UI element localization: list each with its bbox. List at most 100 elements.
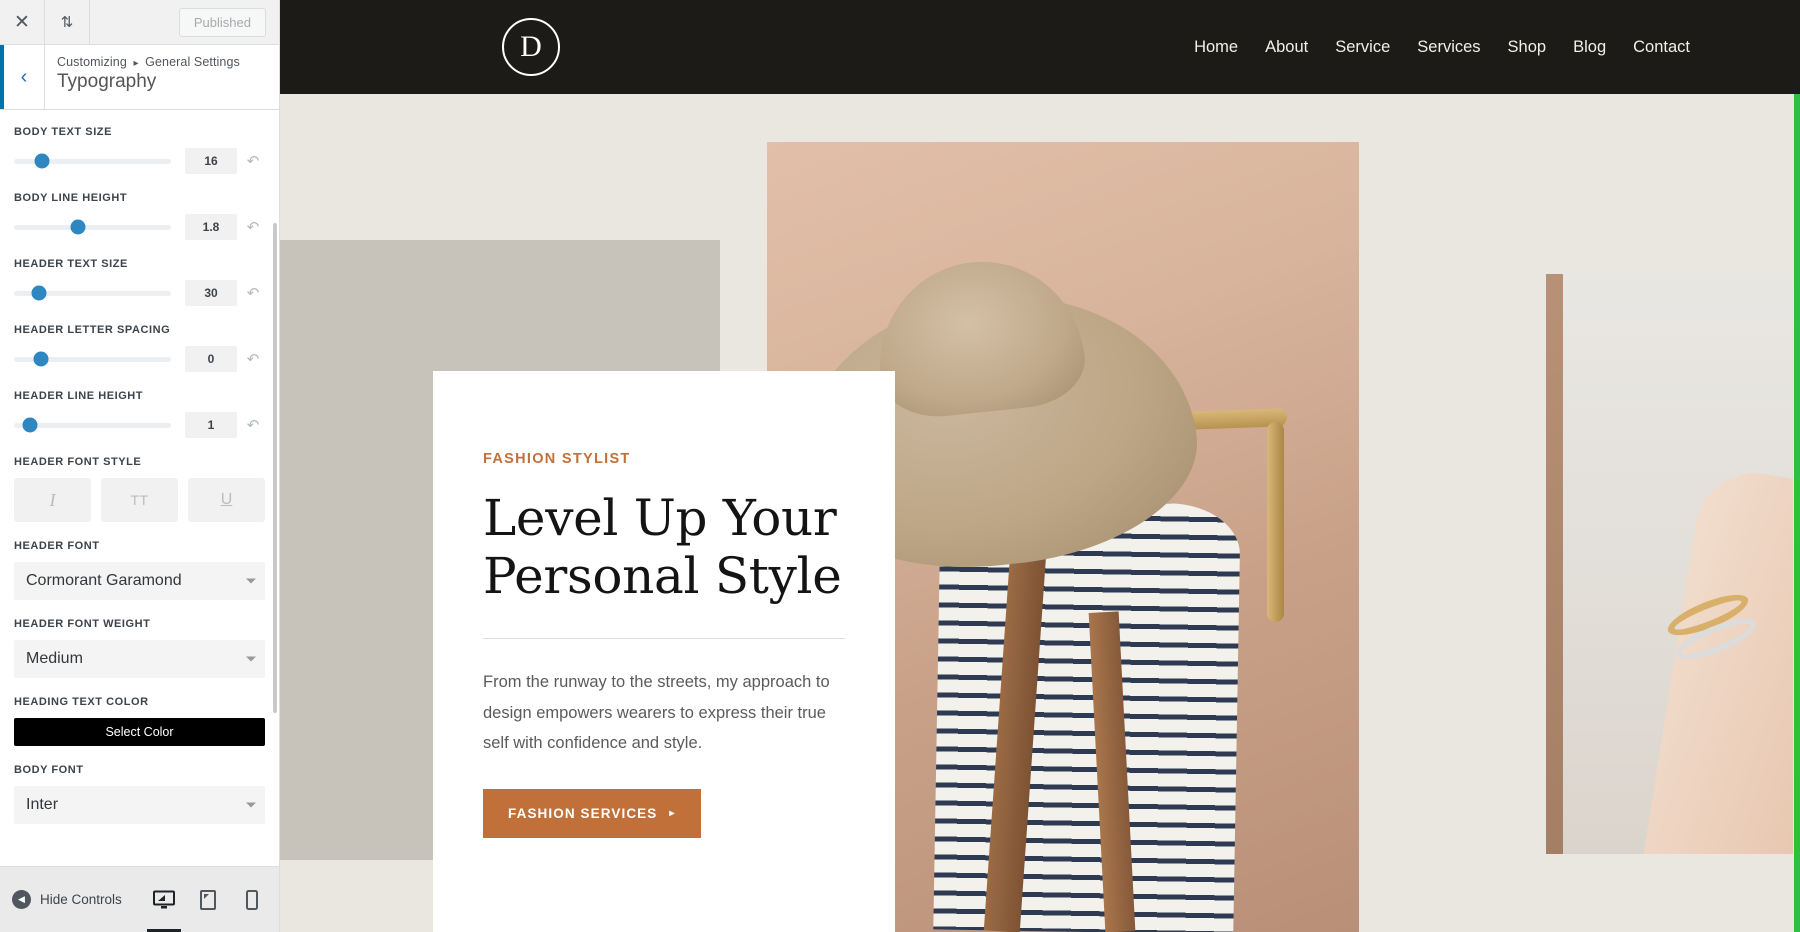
breadcrumb-separator-icon: ▸ [133,58,139,69]
body-font-value: Inter [26,796,59,813]
customizer-app: ✕ ⇅ Published ‹ Customizing ▸ General Se… [0,0,1800,932]
customizer-sidebar: ✕ ⇅ Published ‹ Customizing ▸ General Se… [0,0,280,932]
nav-item-service[interactable]: Service [1335,38,1390,57]
arm-shape [1642,464,1793,854]
tablet-preview-button[interactable] [193,883,223,917]
undo-icon[interactable]: ↶ [241,284,265,302]
undo-icon[interactable]: ↶ [241,416,265,434]
undo-icon[interactable]: ↶ [241,218,265,236]
nav-item-blog[interactable]: Blog [1573,38,1606,57]
desktop-icon [153,890,175,908]
control-label: BODY TEXT SIZE [14,126,112,138]
control-header-font: HEADER FONT Cormorant Garamond [14,540,265,600]
chevron-left-icon[interactable]: ‹ [0,45,45,109]
customizer-topbar: ✕ ⇅ Published [0,0,279,45]
header-font-value: Cormorant Garamond [26,572,182,589]
header-font-weight-select[interactable]: Medium [14,640,265,678]
device-preview-buttons [147,883,267,932]
slider-knob[interactable] [34,153,50,169]
slider-value-input[interactable]: 16 [185,148,237,174]
body-font-select[interactable]: Inter [14,786,265,824]
control-header-font-style: HEADER FONT STYLE I TT U [14,456,265,522]
control-label: HEADER FONT WEIGHT [14,618,151,630]
uppercase-button[interactable]: TT [101,478,178,522]
undo-icon[interactable]: ↶ [241,152,265,170]
nav-item-shop[interactable]: Shop [1508,38,1547,57]
breadcrumb: Customizing ▸ General Settings [57,55,240,69]
slider-knob[interactable] [22,417,38,433]
slider-track[interactable] [14,417,171,433]
panel-titles: Customizing ▸ General Settings Typograph… [45,45,240,109]
hero-heading-line-2: Personal Style [483,547,842,605]
control-header-letter-spacing: HEADER LETTER SPACING 0 ↶ [14,324,265,372]
published-button[interactable]: Published [178,7,266,37]
control-label: HEADER LINE HEIGHT [14,390,144,402]
header-font-select[interactable]: Cormorant Garamond [14,562,265,600]
site-logo[interactable]: D [502,18,560,76]
slider-value-input[interactable]: 30 [185,280,237,306]
slider-row: 1 ↶ [14,412,265,438]
site-nav: Home About Service Services Shop Blog Co… [1194,38,1690,57]
breadcrumb-parent[interactable]: General Settings [145,55,240,69]
nav-item-about[interactable]: About [1265,38,1308,57]
cta-label: FASHION SERVICES [508,805,658,821]
breadcrumb-root[interactable]: Customizing [57,55,127,69]
nav-item-home[interactable]: Home [1194,38,1238,57]
nav-item-services[interactable]: Services [1417,38,1480,57]
sidebar-scrollbar[interactable] [273,223,277,713]
nav-item-contact[interactable]: Contact [1633,38,1690,57]
control-body-line-height: BODY LINE HEIGHT 1.8 ↶ [14,192,265,240]
clothing-rail-vertical-shape [1267,422,1284,622]
slider-row: 1.8 ↶ [14,214,265,240]
undo-icon[interactable]: ↶ [241,350,265,368]
control-label: BODY FONT [14,764,84,776]
slider-track[interactable] [14,285,171,301]
hero-section: FASHION STYLIST Level Up Your Personal S… [280,94,1800,932]
slider-knob[interactable] [70,219,86,235]
control-label: HEADER TEXT SIZE [14,258,128,270]
sidebar-footer: ◀ Hide Controls [0,866,279,932]
tablet-icon [200,889,216,910]
underline-button[interactable]: U [188,478,265,522]
preview-focus-edge [1794,94,1800,932]
slider-track[interactable] [14,351,171,367]
collapse-expand-icon[interactable]: ⇅ [45,0,90,44]
slider-track[interactable] [14,219,171,235]
italic-button[interactable]: I [14,478,91,522]
slider-row: 30 ↶ [14,280,265,306]
slider-value-input[interactable]: 1.8 [185,214,237,240]
chevron-down-icon [246,802,256,808]
slider-row: 0 ↶ [14,346,265,372]
control-label: HEADER FONT [14,540,100,552]
slider-knob[interactable] [31,285,47,301]
control-body-font: BODY FONT Inter [14,764,265,824]
slider-knob[interactable] [33,351,49,367]
fashion-services-button[interactable]: FASHION SERVICES ▸ [483,788,701,838]
mobile-preview-button[interactable] [237,883,267,917]
chevron-down-icon [246,656,256,662]
slider-value-input[interactable]: 0 [185,346,237,372]
site-preview-frame[interactable]: D Home About Service Services Shop Blog … [280,0,1800,932]
hero-image-bracelets [1563,274,1793,854]
close-icon[interactable]: ✕ [0,0,45,44]
slider-track[interactable] [14,153,171,169]
control-label: HEADER FONT STYLE [14,456,142,468]
slider-row: 16 ↶ [14,148,265,174]
hero-content-card: FASHION STYLIST Level Up Your Personal S… [433,371,895,932]
font-style-button-group: I TT U [14,478,265,522]
desktop-preview-button[interactable] [147,883,181,932]
divider [483,638,845,639]
hide-controls-button[interactable]: ◀ Hide Controls [12,890,122,909]
control-heading-text-color: HEADING TEXT COLOR Select Color [14,696,265,746]
controls-scroll-area: BODY TEXT SIZE 16 ↶ BODY LINE HEIGHT 1.8 [0,110,279,866]
control-header-font-weight: HEADER FONT WEIGHT Medium [14,618,265,678]
select-color-button[interactable]: Select Color [14,718,265,746]
hero-eyebrow: FASHION STYLIST [483,451,631,467]
chevron-right-icon: ▸ [669,807,676,819]
site-header: D Home About Service Services Shop Blog … [280,0,1800,94]
slider-value-input[interactable]: 1 [185,412,237,438]
control-header-text-size: HEADER TEXT SIZE 30 ↶ [14,258,265,306]
control-header-line-height: HEADER LINE HEIGHT 1 ↶ [14,390,265,438]
control-label: BODY LINE HEIGHT [14,192,128,204]
